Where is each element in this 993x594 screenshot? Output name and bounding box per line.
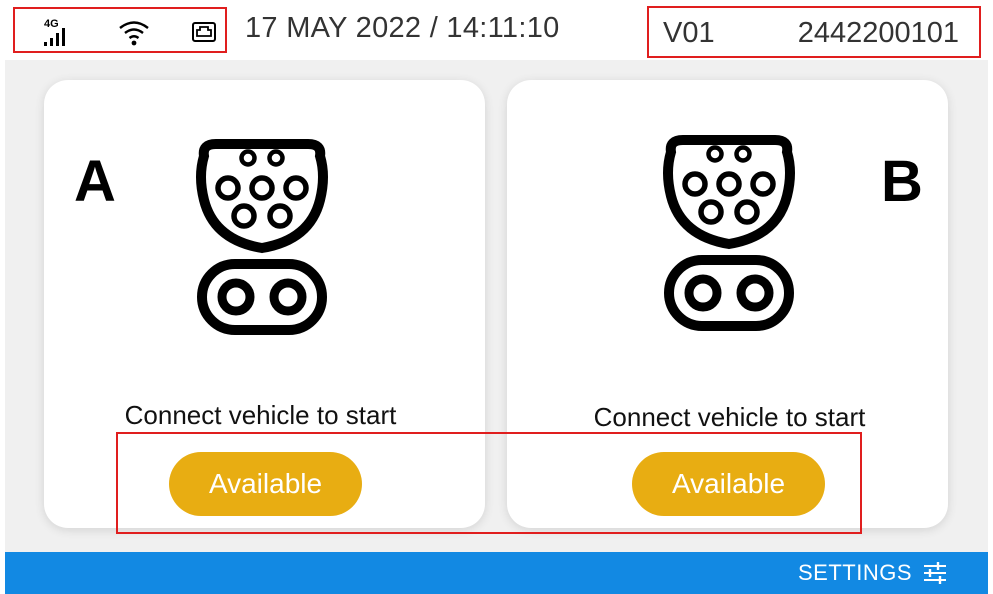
connect-instruction: Connect vehicle to start [124, 400, 397, 430]
ethernet-icon [191, 20, 217, 44]
ccs2-connector-icon [192, 136, 332, 347]
connector-label: B [881, 149, 923, 214]
status-badge-available[interactable]: Available [632, 452, 825, 516]
wifi-icon [117, 19, 151, 47]
sliders-icon [922, 561, 948, 585]
bottom-bar: SETTINGS [5, 552, 988, 594]
connector-card-a[interactable]: A Connect vehicle to start Available [44, 80, 485, 528]
signal-label: 4G [44, 18, 59, 30]
settings-button[interactable]: SETTINGS [798, 560, 948, 586]
frame-edge-left [0, 0, 5, 594]
serial-number: 2442200101 [797, 17, 959, 49]
device-info-group: V01 2442200101 [647, 6, 981, 58]
status-badge-available[interactable]: Available [169, 452, 362, 516]
charger-screen: 4G 17 MAY 2022 / 14:11:10 V01 2442200101… [5, 0, 988, 594]
status-bar: 4G 17 MAY 2022 / 14:11:10 V01 2442200101 [5, 0, 988, 60]
firmware-version: V01 [663, 17, 715, 49]
status-icons-group: 4G [13, 7, 227, 53]
frame-edge-right [988, 0, 993, 594]
connector-label: A [74, 149, 116, 214]
settings-label: SETTINGS [797, 560, 912, 585]
cellular-4g-icon: 4G [41, 17, 75, 47]
connect-instruction: Connect vehicle to start [593, 402, 866, 432]
connector-card-b[interactable]: B Connect vehicle to start Available [507, 80, 948, 528]
datetime-display: 17 MAY 2022 / 14:11:10 [245, 12, 560, 44]
ccs2-connector-icon [659, 132, 799, 343]
